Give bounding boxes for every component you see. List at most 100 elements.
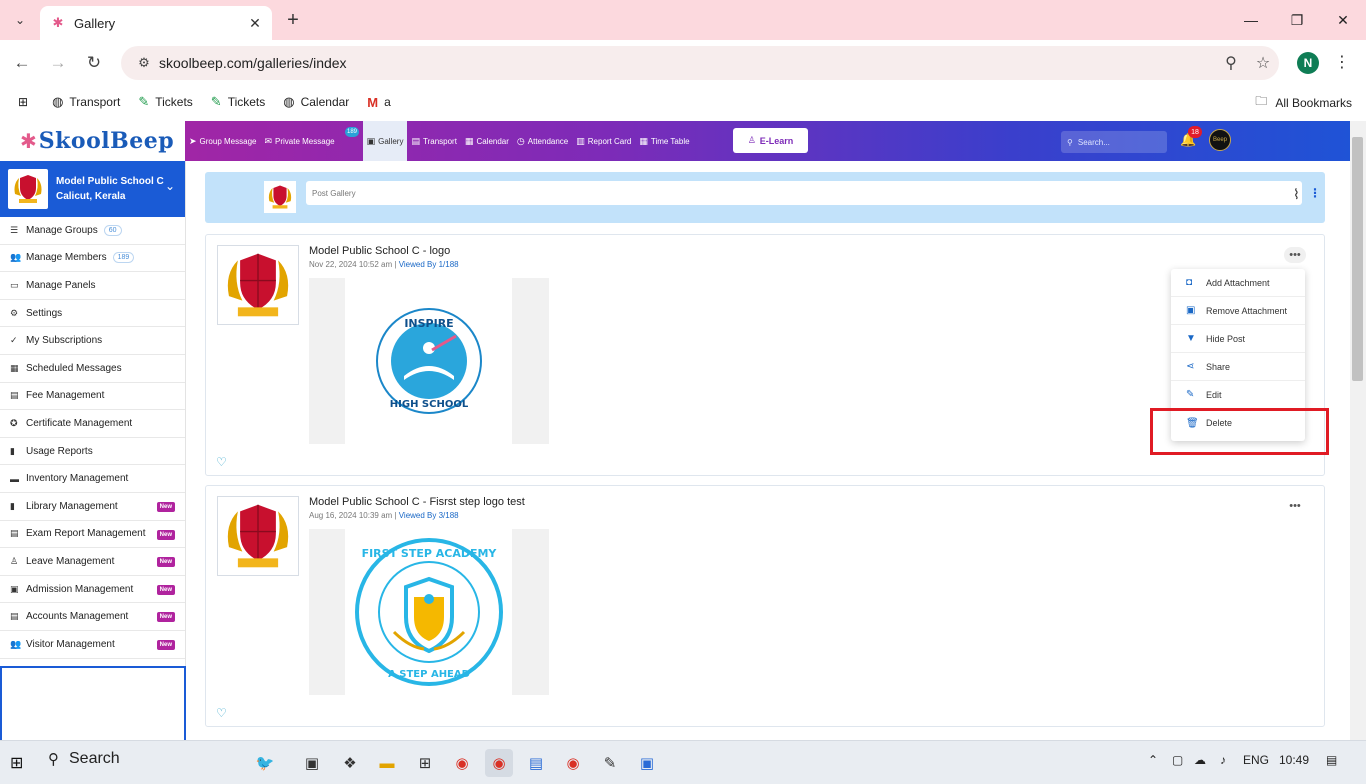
chrome-active-icon[interactable]: ◉ <box>485 749 513 777</box>
url-text[interactable]: skoolbeep.com/galleries/index <box>159 55 1215 71</box>
post-more-icon[interactable]: ••• <box>1284 247 1306 263</box>
post-image[interactable]: FIRST STEP ACADEMY A STEP AHEAD <box>309 529 549 695</box>
menu-hide-post[interactable]: ▼ Hide Post <box>1171 325 1305 353</box>
sidebar-item-visitor-management[interactable]: 👥 Visitor Management New <box>0 631 185 659</box>
sidebar-item-fee-management[interactable]: ▤ Fee Management <box>0 383 185 411</box>
taskbar-search[interactable]: ⚲ Search <box>48 750 120 768</box>
browser-tab[interactable]: ✱ Gallery ✕ <box>40 6 272 40</box>
school-selector[interactable]: Model Public School C Calicut, Kerala ⌄ <box>0 161 185 217</box>
logo-figure-icon: ✱ <box>20 130 37 153</box>
menu-add-attachment[interactable]: ◘ Add Attachment <box>1171 269 1305 297</box>
image-remove-icon: ▣ <box>1186 305 1196 316</box>
post-more-icon[interactable]: ••• <box>1284 498 1306 514</box>
bookmark-star-icon[interactable]: ☆ <box>1247 53 1279 73</box>
calendar-icon: ▦ <box>10 362 19 373</box>
chrome-icon[interactable]: ◉ <box>448 749 476 777</box>
nav-report-card[interactable]: ▥ Report Card <box>572 121 635 161</box>
sidebar-item-leave-management[interactable]: ♙ Leave Management New <box>0 548 185 576</box>
clock[interactable]: 10:49 <box>1279 753 1309 767</box>
post-gallery-input[interactable]: Post Gallery <box>306 181 1302 205</box>
post-meta: Aug 16, 2024 10:39 am | Viewed By 3/188 <box>309 511 459 520</box>
bookmark-tickets-1[interactable]: ✎ Tickets <box>138 94 192 110</box>
sidebar-item-exam-report-management[interactable]: ▤ Exam Report Management New <box>0 521 185 549</box>
windows-start-icon[interactable]: ⊞ <box>10 753 23 773</box>
site-info-icon[interactable]: ⚙ <box>129 55 159 71</box>
like-heart-icon[interactable]: ♡ <box>216 706 227 720</box>
profile-avatar[interactable]: N <box>1297 52 1319 74</box>
viewed-by-link[interactable]: Viewed By 3/188 <box>399 511 459 520</box>
tab-close-icon[interactable]: ✕ <box>244 12 266 34</box>
sidebar-item-accounts-management[interactable]: ▤ Accounts Management New <box>0 603 185 631</box>
chrome-profile-icon[interactable]: ◉ <box>559 749 587 777</box>
post-gallery-bar: Post Gallery ⌇ ⋮ <box>205 172 1325 223</box>
nav-transport[interactable]: ▤ Transport <box>407 121 460 161</box>
sidebar-item-settings[interactable]: ⚙ Settings <box>0 300 185 328</box>
bus-icon: ▤ <box>411 135 420 146</box>
nav-calendar[interactable]: ▦ Calendar <box>461 121 513 161</box>
sidebar-item-manage-panels[interactable]: ▭ Manage Panels <box>0 272 185 300</box>
post-image[interactable]: INSPIRE HIGH SCHOOL <box>309 278 549 444</box>
apps-grid-icon[interactable]: ⊞ <box>18 95 28 109</box>
tray-chevron-icon[interactable]: ⌃ <box>1148 753 1158 767</box>
sidebar-item-certificate-management[interactable]: ✪ Certificate Management <box>0 410 185 438</box>
nav-attendance[interactable]: ◷ Attendance <box>513 121 572 161</box>
menu-edit[interactable]: ✎ Edit <box>1171 381 1305 409</box>
close-window-button[interactable]: ✕ <box>1320 0 1366 40</box>
task-view-icon[interactable]: ▣ <box>298 749 326 777</box>
private-message-badge: 189 <box>345 127 359 137</box>
forward-button[interactable]: → <box>45 50 71 76</box>
folder-icon: 🗀 <box>1255 94 1268 108</box>
zoom-icon[interactable]: ⚲ <box>1215 53 1247 73</box>
user-avatar[interactable]: Beep <box>1209 129 1231 151</box>
menu-share[interactable]: ⋖ Share <box>1171 353 1305 381</box>
viewed-by-link[interactable]: Viewed By 1/188 <box>399 260 459 269</box>
tab-strip: ⌄ ✱ Gallery ✕ + — ❐ ✕ <box>0 0 1366 40</box>
sidebar-item-manage-members[interactable]: 👥 Manage Members 189 <box>0 245 185 273</box>
wifi-icon[interactable]: ☁ <box>1194 753 1206 767</box>
attachment-clip-icon[interactable]: ⌇ <box>1293 186 1300 203</box>
sidebar-item-library-management[interactable]: ▮ Library Management New <box>0 493 185 521</box>
all-bookmarks-button[interactable]: 🗀 All Bookmarks <box>1255 92 1352 113</box>
nav-group-message[interactable]: ➤ Group Message <box>185 121 260 161</box>
sidebar-item-admission-management[interactable]: ▣ Admission Management New <box>0 576 185 604</box>
copilot-icon[interactable]: ❖ <box>336 749 364 777</box>
sidebar-item-inventory-management[interactable]: ▬ Inventory Management <box>0 465 185 493</box>
back-button[interactable]: ← <box>9 50 35 76</box>
elearn-button[interactable]: ♙ E-Learn <box>733 128 808 153</box>
bookmark-calendar[interactable]: ◍ Calendar <box>283 94 349 110</box>
scrollbar-thumb[interactable] <box>1352 137 1363 381</box>
tab-search-button[interactable]: ⌄ <box>8 8 32 32</box>
chevron-down-icon[interactable]: ⌄ <box>165 179 175 193</box>
sidebar-item-usage-reports[interactable]: ▮ Usage Reports <box>0 438 185 466</box>
bookmark-tickets-2[interactable]: ✎ Tickets <box>211 94 265 110</box>
reload-button[interactable]: ↻ <box>81 50 107 76</box>
photos-icon[interactable]: ▣ <box>633 749 661 777</box>
nav-gallery[interactable]: ▣ Gallery <box>362 121 408 161</box>
sidebar-item-manage-groups[interactable]: ☰ Manage Groups 60 <box>0 217 185 245</box>
camera-tray-icon[interactable]: ▢ <box>1172 753 1183 767</box>
notepad-icon[interactable]: ▤ <box>522 749 550 777</box>
post-options-icon[interactable]: ⋮ <box>1309 186 1321 200</box>
browser-menu-icon[interactable]: ⋮ <box>1334 52 1350 72</box>
bookmark-gmail[interactable]: Ma <box>367 95 391 110</box>
minimize-button[interactable]: — <box>1228 0 1274 40</box>
file-explorer-icon[interactable]: ▬ <box>373 749 401 777</box>
bar-chart-icon: ▮ <box>10 445 15 456</box>
menu-remove-attachment[interactable]: ▣ Remove Attachment <box>1171 297 1305 325</box>
volume-icon[interactable]: ♪ <box>1220 753 1226 767</box>
sidebar-item-scheduled-messages[interactable]: ▦ Scheduled Messages <box>0 355 185 383</box>
nav-time-table[interactable]: ▦ Time Table <box>635 121 693 161</box>
widgets-icon[interactable]: 🐦 <box>238 749 292 777</box>
notification-center-icon[interactable]: ▤ <box>1326 753 1337 767</box>
sidebar-item-my-subscriptions[interactable]: ✓ My Subscriptions <box>0 327 185 355</box>
skoolbeep-logo[interactable]: ✱ SkoolBeep <box>0 121 185 161</box>
paint-icon[interactable]: ✎ <box>596 749 624 777</box>
maximize-button[interactable]: ❐ <box>1274 0 1320 40</box>
header-search-input[interactable]: ⚲ Search... <box>1061 131 1167 153</box>
bookmark-transport[interactable]: ◍ Transport <box>52 94 120 110</box>
new-tab-button[interactable]: + <box>282 9 304 31</box>
like-heart-icon[interactable]: ♡ <box>216 455 227 469</box>
store-icon[interactable]: ⊞ <box>411 749 439 777</box>
address-bar[interactable]: ⚙ skoolbeep.com/galleries/index ⚲ ☆ <box>121 46 1279 80</box>
language-indicator[interactable]: ENG <box>1243 753 1269 767</box>
